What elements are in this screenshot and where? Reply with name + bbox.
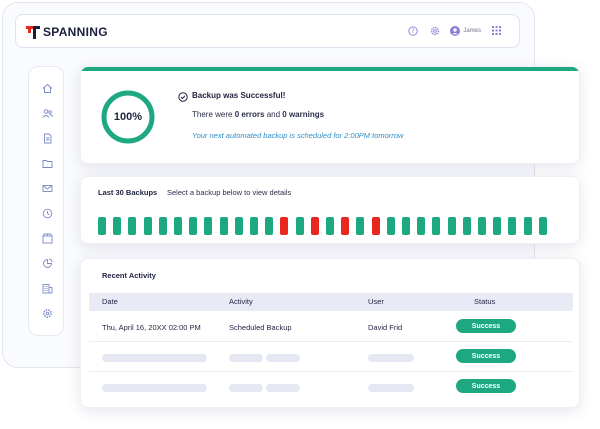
row-user: David Frid — [368, 323, 403, 332]
backup-bar-success[interactable] — [493, 217, 502, 235]
column-date: Date — [102, 297, 118, 306]
date-placeholder — [102, 354, 207, 362]
summary-mid: and — [264, 110, 283, 119]
backup-bar-failure[interactable] — [310, 217, 319, 235]
apps-grid-icon[interactable] — [490, 24, 503, 37]
backup-bar-success[interactable] — [462, 217, 471, 235]
settings-icon[interactable] — [40, 306, 54, 320]
backup-bar-failure[interactable] — [371, 217, 380, 235]
backup-bar-success[interactable] — [128, 217, 137, 235]
table-row[interactable]: Thu, April 16, 20XX 02:00 PM Scheduled B… — [89, 314, 573, 342]
backup-bar-success[interactable] — [158, 217, 167, 235]
activity-placeholder — [229, 384, 263, 392]
column-user: User — [368, 297, 384, 306]
box-icon[interactable] — [40, 231, 54, 245]
date-placeholder — [102, 384, 207, 392]
activity-placeholder — [229, 354, 263, 362]
column-status: Status — [474, 297, 496, 306]
status-badge: Success — [456, 349, 516, 363]
gear-icon[interactable] — [428, 24, 441, 37]
backup-bar-success[interactable] — [219, 217, 228, 235]
backup-bar-success[interactable] — [250, 217, 258, 235]
backup-bar-success[interactable] — [508, 217, 517, 235]
sidebar — [28, 66, 64, 336]
warning-count: 0 warnings — [282, 110, 325, 119]
backup-bar-success[interactable] — [478, 217, 486, 235]
backup-status-card: 100% Backup was Successful! There were 0… — [80, 66, 580, 164]
last-backups-card: Last 30 Backups Select a backup below to… — [80, 176, 580, 244]
backup-summary: There were 0 errors and 0 warnings — [192, 110, 324, 119]
backup-bar-success[interactable] — [386, 217, 395, 235]
mail-icon[interactable] — [40, 181, 54, 195]
users-icon[interactable] — [40, 106, 54, 120]
next-backup-note: Your next automated backup is scheduled … — [192, 131, 404, 140]
app-header: SPANNING ? James — [15, 14, 520, 48]
backups-title: Last 30 Backups — [98, 188, 158, 197]
backup-bar-success[interactable] — [538, 217, 547, 235]
backup-bar-success[interactable] — [204, 217, 213, 235]
backup-success-title: Backup was Successful! — [192, 91, 286, 100]
check-circle-icon — [178, 92, 188, 102]
user-avatar-icon — [450, 25, 461, 36]
activity-placeholder — [266, 384, 300, 392]
folder-icon[interactable] — [40, 156, 54, 170]
backup-bar-success[interactable] — [523, 217, 532, 235]
backup-bar-success[interactable] — [356, 217, 365, 235]
building-icon[interactable] — [40, 281, 54, 295]
status-accent-bar — [81, 67, 579, 71]
row-activity: Scheduled Backup — [229, 323, 292, 332]
document-icon[interactable] — [40, 131, 54, 145]
backup-bar-success[interactable] — [143, 217, 152, 235]
spanning-logo-icon — [26, 26, 40, 39]
backup-bar-success[interactable] — [447, 217, 456, 235]
activity-title: Recent Activity — [102, 271, 156, 280]
logo-text: SPANNING — [43, 25, 108, 39]
status-badge: Success — [456, 319, 516, 333]
status-badge: Success — [456, 379, 516, 393]
home-icon[interactable] — [40, 81, 54, 95]
chart-icon[interactable] — [40, 256, 54, 270]
backup-bar-success[interactable] — [265, 217, 274, 235]
backup-bar-success[interactable] — [98, 217, 106, 235]
error-count: 0 errors — [234, 110, 265, 119]
row-date: Thu, April 16, 20XX 02:00 PM — [102, 323, 201, 332]
user-menu[interactable]: James — [450, 25, 481, 36]
clock-icon[interactable] — [40, 206, 54, 220]
svg-text:?: ? — [411, 28, 414, 35]
column-activity: Activity — [229, 297, 253, 306]
backups-subtitle: Select a backup below to view details — [167, 188, 292, 197]
backup-bar-success[interactable] — [326, 217, 334, 235]
backup-bar-success[interactable] — [113, 217, 122, 235]
backup-bar-success[interactable] — [174, 217, 182, 235]
backup-bar-success[interactable] — [295, 217, 304, 235]
user-placeholder — [368, 354, 414, 362]
backup-bar-failure[interactable] — [280, 217, 289, 235]
table-row[interactable]: Success — [89, 344, 573, 372]
spanning-logo[interactable]: SPANNING — [26, 23, 108, 41]
backup-bar-failure[interactable] — [341, 217, 350, 235]
user-placeholder — [368, 384, 414, 392]
user-name: James — [463, 27, 481, 34]
backup-bar-success[interactable] — [402, 217, 410, 235]
backup-bar-success[interactable] — [189, 217, 198, 235]
recent-activity-card: Recent Activity Date Activity User Statu… — [80, 258, 580, 408]
backup-bar-success[interactable] — [234, 217, 243, 235]
table-header: Date Activity User Status — [89, 293, 573, 311]
table-row[interactable]: Success — [89, 374, 573, 402]
backup-bar-success[interactable] — [417, 217, 426, 235]
backup-bar-success[interactable] — [432, 217, 441, 235]
activity-placeholder — [266, 354, 300, 362]
help-icon[interactable]: ? — [406, 24, 419, 37]
progress-percent: 100% — [113, 111, 143, 123]
summary-prefix: There were — [192, 110, 235, 119]
